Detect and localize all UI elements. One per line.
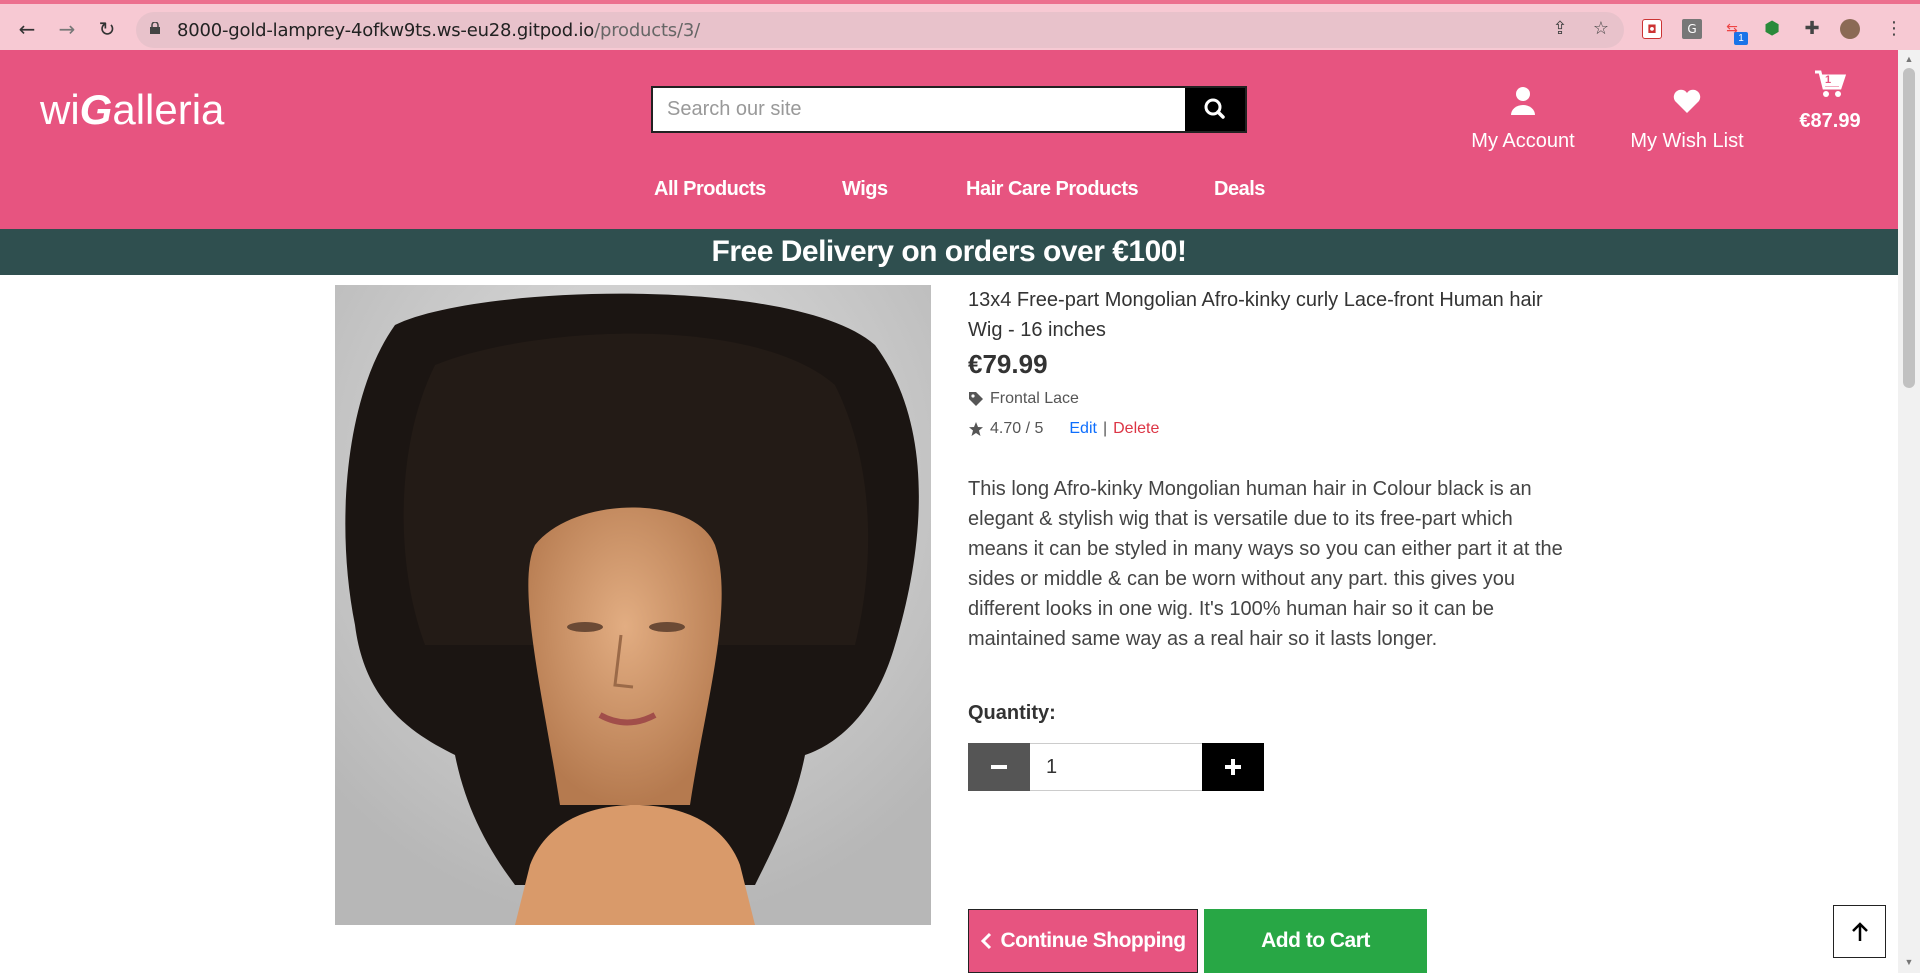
scrollbar[interactable]: ▲ ▼ — [1898, 50, 1920, 973]
product-title: 13x4 Free-part Mongolian Afro-kinky curl… — [968, 289, 1543, 341]
scroll-up-icon[interactable]: ▲ — [1903, 54, 1915, 66]
menu-dots-icon[interactable]: ⋮ — [1884, 19, 1904, 39]
cart-count: 1 — [1825, 74, 1832, 86]
continue-shopping-label: Continue Shopping — [1000, 929, 1186, 952]
extension-badge: 1 — [1734, 32, 1748, 45]
scroll-down-icon[interactable]: ▼ — [1903, 957, 1915, 969]
arrow-up-icon — [1851, 921, 1868, 941]
nav-wigs[interactable]: Wigs — [842, 178, 888, 201]
nav-deals[interactable]: Deals — [1214, 178, 1265, 201]
rating-value: 4.70 / 5 — [990, 420, 1044, 437]
url-text: 8000-gold-lamprey-4ofkw9ts.ws-eu28.gitpo… — [177, 20, 700, 41]
reload-icon[interactable]: ↻ — [94, 16, 120, 42]
share-icon[interactable]: ⇪ — [1550, 19, 1570, 39]
search-input[interactable] — [653, 88, 1185, 131]
wishlist-link[interactable]: My Wish List — [1626, 86, 1748, 153]
separator: | — [1102, 420, 1108, 437]
search-icon — [1204, 98, 1225, 119]
quantity-label: Quantity: — [968, 702, 1056, 724]
plus-icon — [1225, 759, 1241, 775]
product-image[interactable] — [335, 285, 931, 925]
back-icon[interactable]: ← — [14, 16, 40, 42]
nav-all-products[interactable]: All Products — [654, 178, 766, 201]
continue-shopping-button[interactable]: Continue Shopping — [968, 909, 1198, 973]
profile-avatar[interactable] — [1840, 19, 1860, 39]
add-to-cart-button[interactable]: Add to Cart — [1204, 909, 1427, 973]
user-icon — [1511, 87, 1535, 115]
extension-lion-icon[interactable]: ⬢ — [1762, 19, 1782, 39]
scroll-thumb[interactable] — [1903, 68, 1915, 388]
delete-link[interactable]: Delete — [1113, 420, 1159, 438]
extension-shield-icon[interactable]: ◘ — [1642, 19, 1662, 39]
increment-button[interactable] — [1202, 743, 1264, 791]
lock-icon — [150, 22, 160, 34]
edit-link[interactable]: Edit — [1069, 420, 1097, 438]
product-rating-row: 4.70 / 5 Edit | Delete — [968, 420, 1568, 438]
my-account-link[interactable]: My Account — [1462, 86, 1584, 153]
add-to-cart-label: Add to Cart — [1261, 929, 1370, 952]
site-header: wiGalleria My Account My Wish List 1 €87… — [0, 50, 1898, 229]
minus-icon — [991, 765, 1007, 769]
product-photo — [335, 285, 931, 925]
wishlist-label: My Wish List — [1630, 130, 1744, 152]
search-form — [651, 86, 1247, 133]
page-viewport: wiGalleria My Account My Wish List 1 €87… — [0, 50, 1898, 973]
product-details: 13x4 Free-part Mongolian Afro-kinky curl… — [968, 285, 1568, 791]
product-category[interactable]: Frontal Lace — [968, 390, 1568, 408]
category-label: Frontal Lace — [990, 390, 1079, 407]
chevron-left-icon — [981, 932, 992, 950]
browser-toolbar: ← → ↻ 8000-gold-lamprey-4ofkw9ts.ws-eu28… — [0, 0, 1920, 50]
search-button[interactable] — [1185, 88, 1245, 131]
star-icon — [969, 422, 983, 436]
back-to-top-button[interactable] — [1833, 905, 1886, 958]
extension-g-icon[interactable]: G — [1682, 19, 1702, 39]
quantity-stepper — [968, 743, 1568, 791]
product-description: This long Afro-kinky Mongolian human hai… — [968, 478, 1563, 650]
quantity-input[interactable] — [1030, 743, 1202, 791]
main-nav: All Products Wigs Hair Care Products Dea… — [0, 178, 1898, 218]
decrement-button[interactable] — [968, 743, 1030, 791]
site-logo[interactable]: wiGalleria — [40, 86, 224, 134]
tag-icon — [969, 392, 983, 406]
nav-hair-care-products[interactable]: Hair Care Products — [966, 178, 1139, 201]
bookmark-star-icon[interactable]: ☆ — [1591, 19, 1611, 39]
delivery-banner: Free Delivery on orders over €100! — [0, 229, 1898, 275]
product-price: €79.99 — [968, 349, 1048, 379]
heart-icon — [1673, 89, 1701, 113]
cart-total: €87.99 — [1799, 110, 1861, 132]
my-account-label: My Account — [1471, 130, 1575, 152]
cart-link[interactable]: 1 €87.99 — [1790, 68, 1870, 133]
forward-icon[interactable]: → — [54, 16, 80, 42]
puzzle-icon[interactable]: ✚ — [1802, 19, 1822, 39]
